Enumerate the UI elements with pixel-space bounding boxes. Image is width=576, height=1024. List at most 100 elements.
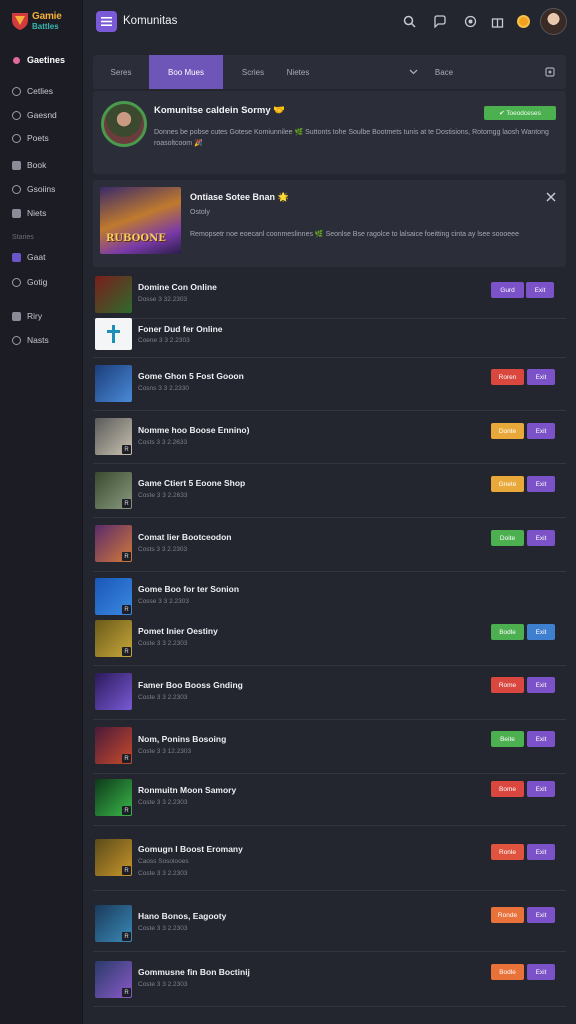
sidebar-item-gaat[interactable]: Gaat [0,248,83,266]
target-icon[interactable] [462,13,478,29]
book-icon [12,160,21,170]
game-thumbnail: R [95,727,132,764]
game-thumbnail [95,365,132,402]
sidebar-item-gaetines[interactable]: Gaetines [0,51,83,69]
page-title: Komunitas [123,15,178,27]
game-thumbnail: R [95,418,132,455]
join-button[interactable]: ✔ Toeodceses [484,106,556,120]
game-title: Game Ctiert 5 Eoone Shop [138,478,246,488]
primary-action-button[interactable]: Rome [491,677,524,693]
tab-boo-mues[interactable]: Boo Mues [149,55,223,89]
exit-button[interactable]: Exit [527,677,555,693]
cross-icon [107,325,120,343]
primary-action-button[interactable]: Bome [491,781,524,797]
sidebar: Gamie Battles Gaetines Cetlies Gaesnd Po… [0,0,83,1024]
exit-button[interactable]: Exit [527,907,555,923]
primary-action-button[interactable]: Bodle [491,624,524,640]
sidebar-item-gotig[interactable]: Gotig [0,273,83,291]
gift-icon[interactable] [489,13,505,29]
exit-button[interactable]: Exit [527,781,555,797]
sidebar-item-gsoiins[interactable]: Gsoiins [0,180,83,198]
tab-scries[interactable]: Scries [233,55,273,89]
game-meta-secondary: Caoss Sosolooes [138,858,189,865]
game-title: Ronmuitn Moon Samory [138,785,237,795]
sidebar-item-book[interactable]: Book [0,156,83,174]
chart-icon [12,208,21,218]
close-icon[interactable] [545,191,557,203]
game-meta: Coste 3 3 2.2303 [138,640,188,647]
hamburger-icon [101,17,112,26]
game-meta: Coste 3 3 2.2303 [138,870,188,877]
sidebar-item-label: Book [27,160,47,170]
primary-action-button[interactable]: Beite [491,731,524,747]
app-logo[interactable]: Gamie Battles [10,10,76,34]
exit-button[interactable]: Exit [526,282,554,298]
exit-button[interactable]: Exit [527,369,555,385]
sidebar-section-label: Staries [12,234,34,241]
primary-action-button[interactable]: Ronde [491,907,524,923]
sidebar-item-riry[interactable]: Riry [0,307,83,325]
featured-subtitle: Ostoly [190,209,210,216]
menu-button[interactable] [96,11,117,32]
sidebar-item-niets[interactable]: Niets [0,204,83,222]
game-title: Gome Ghon 5 Fost Gooon [138,371,244,381]
featured-title: Ontiase Sotee Bnan 🌟 [190,192,289,202]
expand-icon[interactable] [540,55,560,89]
game-thumbnail: R [95,472,132,509]
sidebar-item-label: Cetlies [27,86,53,96]
compass-icon [12,133,21,143]
exit-button[interactable]: Exit [527,624,555,640]
primary-action-button[interactable]: Gurd [491,282,524,298]
game-thumbnail: R [95,839,132,876]
game-meta: Costs 3 3 2.2633 [138,439,188,446]
exit-button[interactable]: Exit [527,964,555,980]
exit-button[interactable]: Exit [527,530,555,546]
primary-action-button[interactable]: Bodle [491,964,524,980]
game-thumbnail: R [95,905,132,942]
primary-action-button[interactable]: Donte [491,423,524,439]
sidebar-item-poets[interactable]: Poets [0,129,83,147]
game-title: Famer Boo Booss Gnding [138,680,243,690]
game-thumbnail: R [95,961,132,998]
exit-button[interactable]: Exit [527,844,555,860]
sidebar-item-label: Poets [27,133,49,143]
game-thumbnail: R [95,779,132,816]
tab-seres[interactable]: Seres [93,55,149,89]
chat-icon [12,311,21,321]
game-thumbnail: R [95,620,132,657]
tab-bar: Seres Boo Mues Scries Nietes Bace [93,55,566,89]
game-thumbnail [95,276,132,313]
logo-text-primary: Gamie [32,11,62,22]
featured-image[interactable]: RUBOONE [100,187,181,254]
tab-nietes[interactable]: Nietes [278,55,318,89]
sidebar-item-cetlies[interactable]: Cetlies [0,82,83,100]
game-meta: Coste 3 3 2.2633 [138,492,188,499]
game-meta: Costs 3 3 2.2303 [138,546,188,553]
primary-action-button[interactable]: Roren [491,369,524,385]
exit-button[interactable]: Exit [527,731,555,747]
tab-bace[interactable]: Bace [426,55,462,89]
controller-icon [12,110,21,120]
sidebar-item-gaesnd[interactable]: Gaesnd [0,106,83,124]
user-avatar[interactable] [540,8,567,35]
shield-logo-icon [12,13,28,30]
sidebar-item-nasts[interactable]: Nasts [0,331,83,349]
featured-image-text: RUBOONE [106,233,166,244]
game-title: Comat lier Bootceodon [138,532,232,542]
community-avatar [101,101,147,147]
game-title: Foner Dud fer Online [138,324,223,334]
chat-bubble-icon[interactable] [431,13,447,29]
primary-action-button[interactable]: Ronle [491,844,524,860]
sidebar-item-label: Gaetines [27,55,66,65]
game-title: Hano Bonos, Eagooty [138,911,227,921]
primary-action-button[interactable]: Gnete [491,476,524,492]
exit-button[interactable]: Exit [527,423,555,439]
chevron-down-icon[interactable] [406,55,420,89]
exit-button[interactable]: Exit [527,476,555,492]
primary-action-button[interactable]: Doite [491,530,524,546]
game-thumbnail: R [95,578,132,615]
coin-icon[interactable] [515,13,531,29]
game-title: Gome Boo for ter Sonion [138,584,240,594]
users-icon [12,277,21,287]
search-icon[interactable] [401,13,417,29]
